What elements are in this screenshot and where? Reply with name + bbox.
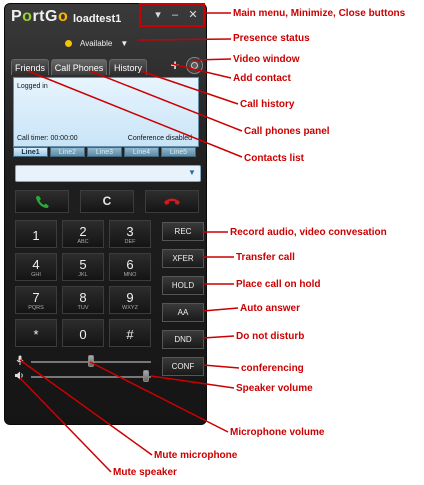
callout-leader-lines (19, 3, 243, 473)
